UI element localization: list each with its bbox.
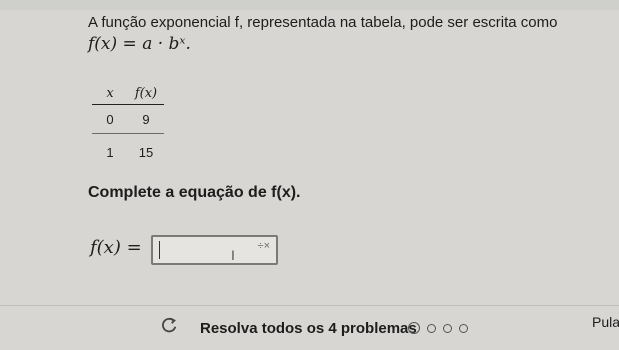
question-prompt: A função exponencial f, representada na … — [88, 14, 558, 31]
progress-dot — [443, 323, 452, 333]
progress-dots — [408, 322, 468, 334]
table-row: 1 15 — [92, 134, 164, 170]
table-row: 0 9 — [92, 105, 164, 134]
table-cell: 9 — [142, 111, 150, 127]
footer-bar: Resolva todos os 4 problemas Pula — [0, 306, 619, 350]
table-header-cell: f(x) — [134, 85, 158, 101]
table-header-cell: x — [106, 85, 114, 101]
top-bar — [0, 0, 619, 10]
solve-all-label: Resolva todos os 4 problemas — [200, 320, 417, 337]
progress-dot — [459, 323, 468, 333]
table-cell: 15 — [138, 144, 154, 160]
answer-label: f(x) = — [90, 237, 142, 258]
refresh-icon — [162, 317, 177, 333]
table-header: x f(x) — [92, 82, 164, 105]
value-table: x f(x) 0 9 1 15 — [92, 82, 164, 170]
question-formula: f(x) = a · bˣ. — [88, 34, 191, 54]
skip-button[interactable]: Pula — [592, 314, 619, 330]
table-cell: 0 — [106, 111, 114, 127]
instruction-text: Complete a equação de f(x). — [88, 184, 301, 201]
math-keypad-icon[interactable]: ÷× — [258, 240, 270, 252]
text-caret — [159, 241, 160, 259]
progress-dot — [427, 323, 436, 333]
ibeam-cursor-icon: I — [231, 247, 235, 263]
answer-input[interactable]: I ÷× — [151, 235, 278, 265]
table-cell: 1 — [106, 144, 114, 160]
progress-dot-current — [408, 322, 420, 334]
